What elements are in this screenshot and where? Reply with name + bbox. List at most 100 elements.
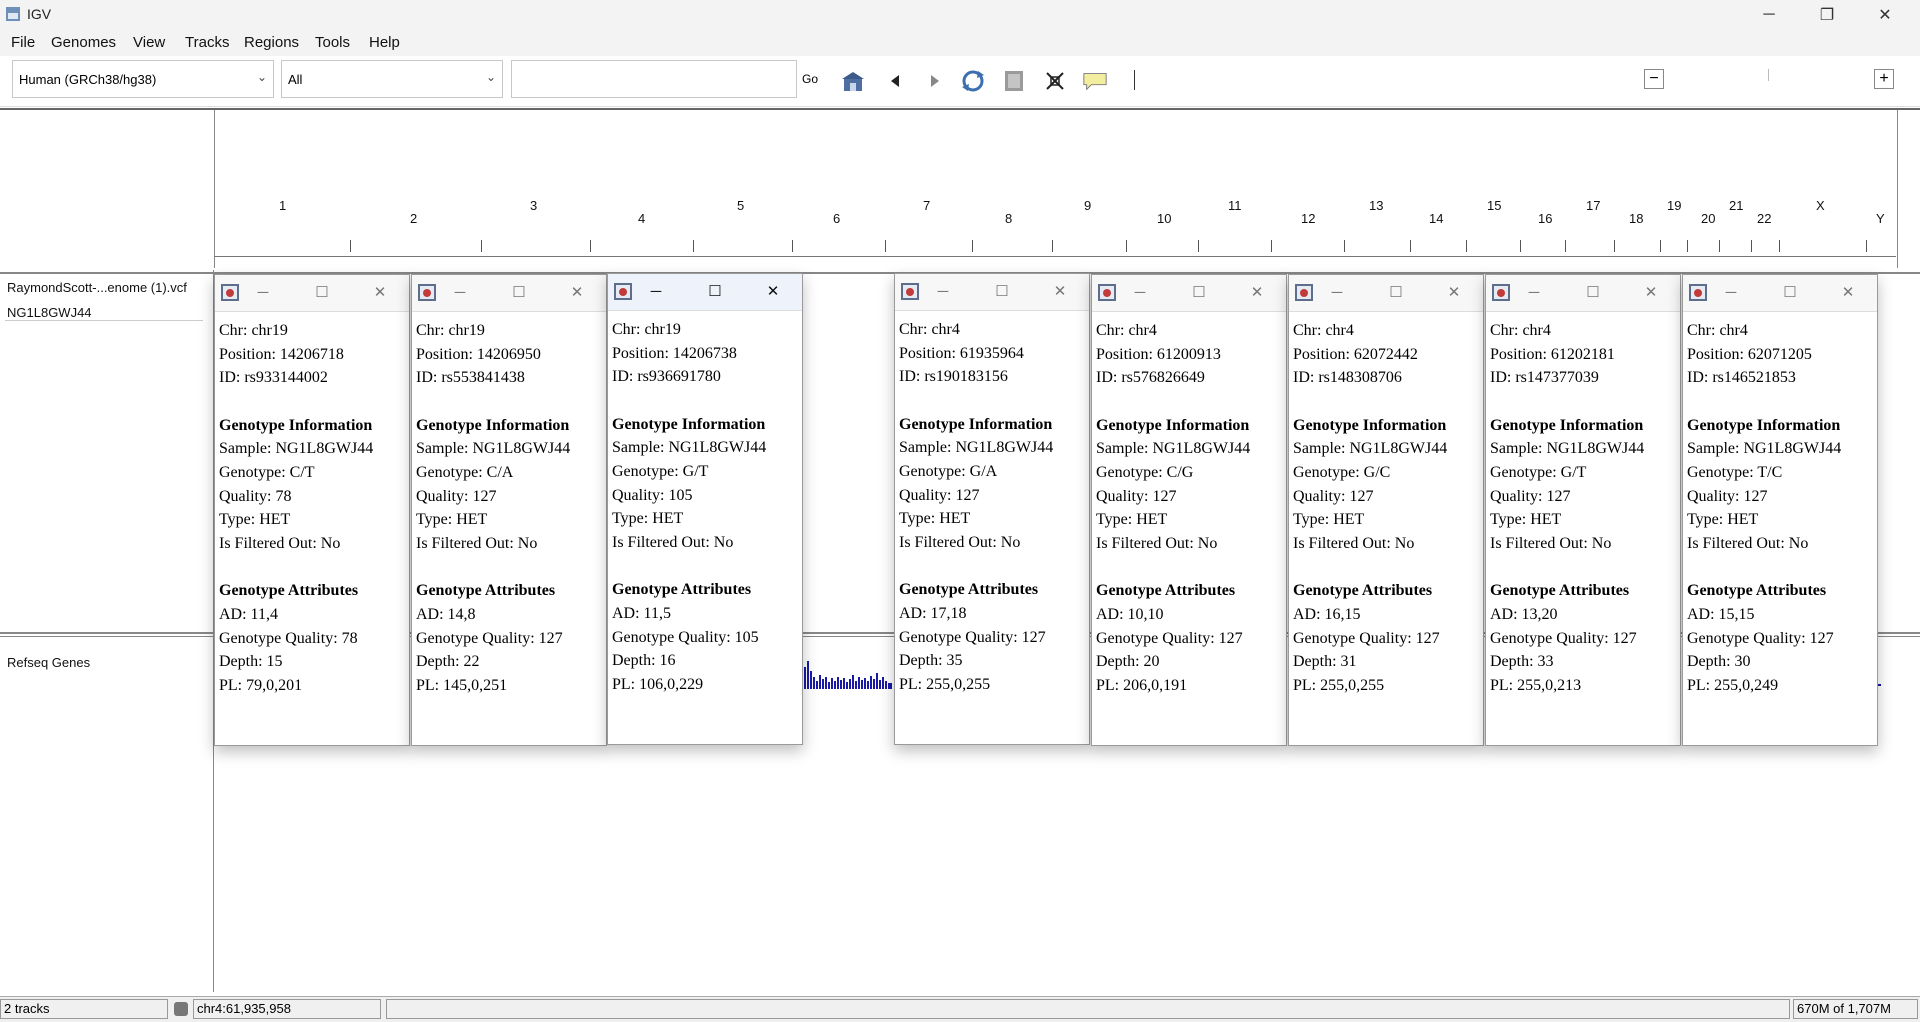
menu-tools[interactable]: Tools (315, 34, 350, 51)
variant-popup-window[interactable]: ─ ☐ ✕ Chr: chr19 Position: 14206950 ID: rs553… (411, 274, 607, 746)
chromosome-label: 7 (923, 198, 931, 213)
zoom-out-button[interactable]: − (1644, 69, 1664, 89)
window-title-bar: IGV ─ ❐ ✕ (0, 0, 1920, 30)
popup-id: ID: rs553841438 (416, 369, 525, 387)
variant-popup-window[interactable]: ─ ☐ ✕ Chr: chr4 Position: 61200913 ID: rs5768… (1091, 274, 1287, 746)
popup-close-button[interactable]: ✕ (1246, 281, 1268, 303)
popup-minimize-button[interactable]: ─ (1129, 281, 1151, 303)
popup-h2: Genotype Attributes (899, 581, 1039, 599)
menu-regions[interactable]: Regions (244, 34, 299, 51)
popup-close-button[interactable]: ✕ (1443, 281, 1465, 303)
popup-h2: Genotype Attributes (612, 581, 752, 599)
menu-file[interactable]: File (11, 34, 35, 51)
popup-close-button[interactable]: ✕ (1837, 281, 1859, 303)
variant-popup-window[interactable]: ─ ☐ ✕ Chr: chr19 Position: 14206718 ID: rs933… (214, 274, 410, 746)
chromosome-label: 19 (1667, 198, 1682, 213)
zoom-slider[interactable] (1768, 69, 1769, 81)
popup-close-button[interactable]: ✕ (762, 280, 784, 302)
region-of-interest-icon[interactable] (1042, 69, 1068, 93)
popup-close-button[interactable]: ✕ (1640, 281, 1662, 303)
popup-title-bar[interactable]: ─ ☐ ✕ (1092, 275, 1286, 312)
popup-title-bar[interactable]: ─ ☐ ✕ (895, 274, 1089, 311)
popup-maximize-button[interactable]: ☐ (1582, 281, 1604, 303)
go-button[interactable]: Go (799, 60, 821, 98)
vcf-track-name[interactable]: RaymondScott-...enome (1).vcf (7, 280, 187, 295)
igv-app-icon (418, 284, 436, 301)
chromosome-label: 3 (530, 198, 538, 213)
popup-filtered: Is Filtered Out: No (612, 533, 734, 551)
popup-spacer (612, 554, 766, 578)
popup-content: Chr: chr19 Position: 14206718 ID: rs933144… (219, 319, 373, 697)
popup-minimize-button[interactable]: ─ (1523, 281, 1545, 303)
popup-title-bar[interactable]: ─ ☐ ✕ (608, 274, 802, 311)
popup-minimize-button[interactable]: ─ (1326, 281, 1348, 303)
variant-popup-window[interactable]: ─ ☐ ✕ Chr: chr4 Position: 62071205 ID: rs1465… (1682, 274, 1878, 746)
popup-maximize-button[interactable]: ☐ (311, 281, 333, 303)
popup-minimize-button[interactable]: ─ (252, 281, 274, 303)
variant-popup-window[interactable]: ─ ☐ ✕ Chr: chr4 Position: 61935964 ID: rs1901… (894, 273, 1090, 745)
refresh-icon[interactable] (960, 69, 986, 93)
popup-maximize-button[interactable]: ☐ (991, 280, 1013, 302)
variant-popup-window[interactable]: ─ ☐ ✕ Chr: chr4 Position: 62072442 ID: rs1483… (1288, 274, 1484, 746)
forward-icon[interactable] (922, 69, 948, 93)
popup-maximize-button[interactable]: ☐ (1188, 281, 1210, 303)
popup-minimize-button[interactable]: ─ (1720, 281, 1742, 303)
popup-h1: Genotype Information (1490, 416, 1644, 434)
popup-filtered: Is Filtered Out: No (219, 534, 341, 552)
variant-popup-window[interactable]: ─ ☐ ✕ Chr: chr4 Position: 61202181 ID: rs1473… (1485, 274, 1681, 746)
popup-depth: Depth: 22 (416, 653, 480, 671)
popup-minimize-button[interactable]: ─ (645, 280, 667, 302)
chromosome-ruler[interactable] (214, 110, 1898, 268)
locus-search-input[interactable] (511, 60, 797, 98)
chromosome-boundary-tick (1466, 240, 1467, 252)
popup-title-bar[interactable]: ─ ☐ ✕ (1486, 275, 1680, 312)
popup-title-bar[interactable]: ─ ☐ ✕ (412, 275, 606, 312)
home-icon[interactable] (840, 69, 866, 93)
popup-pl: PL: 206,0,191 (1096, 676, 1188, 694)
chromosome-boundary-tick (1687, 240, 1688, 252)
popup-title-bar[interactable]: ─ ☐ ✕ (1289, 275, 1483, 312)
popup-id: ID: rs576826649 (1096, 369, 1205, 387)
maximize-button[interactable]: ❐ (1798, 0, 1856, 30)
popup-title-bar[interactable]: ─ ☐ ✕ (215, 275, 409, 312)
chromosome-boundary-tick (1779, 240, 1780, 252)
chromosome-label: 10 (1157, 211, 1172, 226)
menu-genomes[interactable]: Genomes (51, 34, 116, 51)
popup-close-button[interactable]: ✕ (369, 281, 391, 303)
back-icon[interactable] (882, 69, 908, 93)
gene-track-name[interactable]: Refseq Genes (7, 655, 90, 670)
resize-icon[interactable] (1001, 69, 1027, 93)
popup-type: Type: HET (1490, 511, 1562, 529)
chromosome-dropdown[interactable]: All ⌄ (281, 60, 503, 98)
popup-maximize-button[interactable]: ☐ (508, 281, 530, 303)
popup-text-icon[interactable] (1082, 69, 1108, 93)
popup-close-button[interactable]: ✕ (566, 281, 588, 303)
popup-maximize-button[interactable]: ☐ (1385, 281, 1407, 303)
igv-app-icon (1492, 284, 1510, 301)
popup-ad: AD: 15,15 (1687, 605, 1755, 623)
sample-name[interactable]: NG1L8GWJ44 (7, 305, 92, 320)
igv-app-icon (901, 283, 919, 300)
popup-maximize-button[interactable]: ☐ (1779, 281, 1801, 303)
popup-minimize-button[interactable]: ─ (449, 281, 471, 303)
popup-close-button[interactable]: ✕ (1049, 280, 1071, 302)
popup-sample: Sample: NG1L8GWJ44 (1490, 440, 1645, 458)
menu-view[interactable]: View (133, 34, 165, 51)
chromosome-label: Y (1876, 211, 1885, 226)
chromosome-boundary-tick (1052, 240, 1053, 252)
chromosome-label: 9 (1084, 198, 1092, 213)
genome-value: Human (GRCh38/hg38) (19, 72, 157, 87)
popup-position: Position: 62071205 (1687, 345, 1812, 363)
menu-help[interactable]: Help (369, 34, 400, 51)
minimize-button[interactable]: ─ (1740, 0, 1798, 30)
variant-popup-window[interactable]: ─ ☐ ✕ Chr: chr19 Position: 14206738 ID: rs936… (607, 273, 803, 745)
popup-maximize-button[interactable]: ☐ (704, 280, 726, 302)
popup-title-bar[interactable]: ─ ☐ ✕ (1683, 275, 1877, 312)
zoom-in-button[interactable]: + (1874, 69, 1894, 89)
genome-dropdown[interactable]: Human (GRCh38/hg38) ⌄ (12, 60, 274, 98)
close-button[interactable]: ✕ (1856, 0, 1914, 30)
popup-genotype: Genotype: C/A (416, 463, 514, 481)
menu-tracks[interactable]: Tracks (185, 34, 229, 51)
popup-minimize-button[interactable]: ─ (932, 280, 954, 302)
popup-id: ID: rs190183156 (899, 368, 1008, 386)
